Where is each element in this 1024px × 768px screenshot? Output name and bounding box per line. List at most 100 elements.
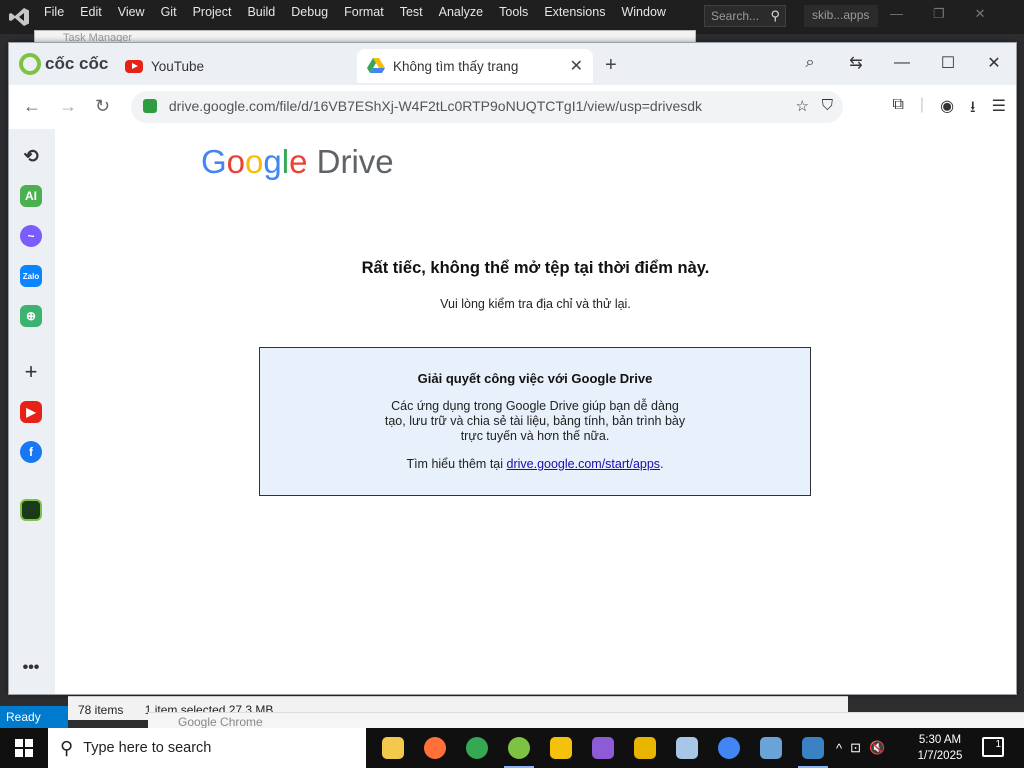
file-explorer-icon bbox=[382, 737, 404, 759]
menu-window[interactable]: Window bbox=[613, 5, 673, 19]
coccoc-browser-window: cốc cốc YouTube Không tìm thấy trang ✕ +… bbox=[8, 42, 1017, 695]
history-icon[interactable]: ⟲ bbox=[20, 145, 42, 167]
taskbar-app[interactable] bbox=[624, 728, 666, 768]
menu-edit[interactable]: Edit bbox=[72, 5, 110, 19]
add-icon[interactable]: + bbox=[20, 359, 42, 384]
taskbar-app[interactable] bbox=[708, 728, 750, 768]
ai-icon[interactable]: AI bbox=[20, 185, 42, 207]
restore-icon[interactable]: ❐ bbox=[933, 6, 945, 22]
visual-studio-logo-icon bbox=[9, 8, 29, 26]
logo-drive-text: Drive bbox=[316, 143, 394, 180]
brand-name: cốc cốc bbox=[45, 54, 109, 73]
network-tool-icon bbox=[760, 737, 782, 759]
search-tabs-icon[interactable]: ⌕ bbox=[798, 54, 822, 72]
menu-test[interactable]: Test bbox=[392, 5, 431, 19]
menu-view[interactable]: View bbox=[110, 5, 153, 19]
chrome-window-title: Google Chrome bbox=[178, 715, 263, 729]
menu-analyze[interactable]: Analyze bbox=[431, 5, 491, 19]
learn-more-suffix: . bbox=[660, 457, 664, 471]
taskbar-app[interactable] bbox=[792, 728, 834, 768]
taskbar-app[interactable] bbox=[750, 728, 792, 768]
coccoc-logo-icon bbox=[19, 53, 41, 75]
menu-project[interactable]: Project bbox=[185, 5, 240, 19]
shield-icon[interactable]: ⛉ bbox=[822, 97, 833, 114]
close-icon[interactable]: ✕ bbox=[982, 53, 1006, 73]
maximize-icon[interactable]: ☐ bbox=[936, 53, 960, 73]
clock-time: 5:30 AM bbox=[918, 734, 962, 746]
vs-menu: File Edit View Git Project Build Debug F… bbox=[36, 0, 674, 24]
download-icon[interactable]: ⭳ bbox=[970, 96, 976, 123]
browser-sidebar: ⟲ AI ~ Zalo ⊕ + ▶ f ••• bbox=[9, 129, 55, 694]
start-button[interactable] bbox=[0, 728, 48, 768]
bookmark-star-icon[interactable]: ☆ bbox=[796, 97, 809, 115]
coccoc-2024-icon[interactable] bbox=[20, 499, 42, 521]
vs-search-placeholder: Search... bbox=[711, 9, 760, 23]
address-bar[interactable]: drive.google.com/file/d/16VB7EShXj-W4F2t… bbox=[131, 91, 843, 123]
menu-extensions[interactable]: Extensions bbox=[536, 5, 613, 19]
secure-lock-icon[interactable] bbox=[143, 99, 157, 113]
info-box-body: Các ứng dụng trong Google Drive giúp bạn… bbox=[384, 399, 686, 443]
menu-git[interactable]: Git bbox=[153, 5, 185, 19]
google-drive-icon bbox=[367, 58, 385, 73]
menu-tools[interactable]: Tools bbox=[491, 5, 536, 19]
tab-strip: cốc cốc YouTube Không tìm thấy trang ✕ +… bbox=[9, 43, 1016, 85]
tab-google-drive[interactable]: Không tìm thấy trang ✕ bbox=[357, 49, 593, 83]
more-icon[interactable]: ••• bbox=[20, 657, 42, 679]
page-content: Google Drive Rất tiếc, không thể mở tệp … bbox=[55, 129, 1016, 694]
close-icon[interactable]: ✕ bbox=[975, 6, 986, 22]
taskbar-app[interactable] bbox=[414, 728, 456, 768]
windows-logo-icon bbox=[15, 739, 33, 757]
url-text: drive.google.com/file/d/16VB7EShXj-W4F2t… bbox=[168, 98, 703, 114]
close-tab-icon[interactable]: ✕ bbox=[570, 56, 583, 76]
tab-youtube[interactable]: YouTube bbox=[125, 49, 345, 83]
menu-file[interactable]: File bbox=[36, 5, 72, 19]
forward-icon[interactable]: → bbox=[59, 96, 77, 117]
menu-format[interactable]: Format bbox=[336, 5, 392, 19]
taskbar-app[interactable] bbox=[540, 728, 582, 768]
learn-more-line: Tìm hiểu thêm tại drive.google.com/start… bbox=[380, 457, 690, 472]
notification-icon[interactable]: 1 bbox=[982, 737, 1004, 757]
taskbar-app[interactable] bbox=[666, 728, 708, 768]
menu-icon[interactable]: ☰ bbox=[992, 96, 1006, 123]
network-icon[interactable]: ⊡ bbox=[850, 740, 861, 756]
search-icon: ⚲ bbox=[60, 737, 74, 758]
taskbar-apps bbox=[372, 728, 834, 768]
python-app-icon bbox=[802, 737, 824, 759]
vs-search-input[interactable]: Search... ⚲ bbox=[704, 5, 786, 27]
messenger-icon[interactable]: ~ bbox=[20, 225, 42, 247]
sticky-app-icon bbox=[550, 737, 572, 759]
back-icon[interactable]: ← bbox=[23, 96, 41, 117]
new-tab-button[interactable]: + bbox=[605, 54, 617, 77]
taskbar-app[interactable] bbox=[456, 728, 498, 768]
reload-icon[interactable]: ↻ bbox=[95, 96, 110, 117]
taskbar-app[interactable] bbox=[498, 728, 540, 768]
google-drive-logo[interactable]: Google Drive bbox=[201, 143, 394, 181]
vs-solution-name[interactable]: skib...apps bbox=[804, 5, 878, 27]
extensions-icon[interactable]: ⧉ bbox=[892, 96, 903, 123]
game-icon[interactable]: ⊕ bbox=[20, 305, 42, 327]
minimize-icon[interactable]: — bbox=[890, 54, 914, 72]
taskbar-app[interactable] bbox=[372, 728, 414, 768]
search-icon: ⚲ bbox=[770, 8, 780, 23]
error-title: Rất tiếc, không thể mở tệp tại thời điểm… bbox=[361, 259, 710, 277]
profile-icon[interactable]: ◉ bbox=[940, 96, 954, 123]
youtube-icon[interactable]: ▶ bbox=[20, 401, 42, 423]
notification-count: 1 bbox=[995, 739, 1001, 750]
taskbar-clock[interactable]: 5:30 AM 1/7/2025 bbox=[910, 732, 970, 764]
taskbar-search[interactable]: ⚲ Type here to search bbox=[48, 728, 366, 768]
menu-debug[interactable]: Debug bbox=[283, 5, 336, 19]
volume-muted-icon[interactable]: 🔇 bbox=[869, 740, 885, 756]
coccoc-brand[interactable]: cốc cốc bbox=[19, 53, 108, 75]
visual-studio-icon bbox=[592, 737, 614, 759]
zalo-icon[interactable]: Zalo bbox=[20, 265, 42, 287]
facebook-icon[interactable]: f bbox=[20, 441, 42, 463]
taskbar-app[interactable] bbox=[582, 728, 624, 768]
menu-build[interactable]: Build bbox=[239, 5, 283, 19]
tray-chevron-icon[interactable]: ^ bbox=[836, 741, 842, 756]
drive-apps-link[interactable]: drive.google.com/start/apps bbox=[507, 457, 661, 471]
error-subtitle: Vui lòng kiểm tra địa chỉ và thử lại. bbox=[440, 297, 631, 311]
tab-back-forward-icon[interactable]: ⇆ bbox=[844, 53, 868, 73]
toolbar-actions: ⧉ | ◉ ⭳ ☰ bbox=[892, 96, 1006, 123]
window-controls: ⌕ ⇆ — ☐ ✕ bbox=[798, 53, 1006, 73]
minimize-icon[interactable]: — bbox=[890, 6, 903, 22]
